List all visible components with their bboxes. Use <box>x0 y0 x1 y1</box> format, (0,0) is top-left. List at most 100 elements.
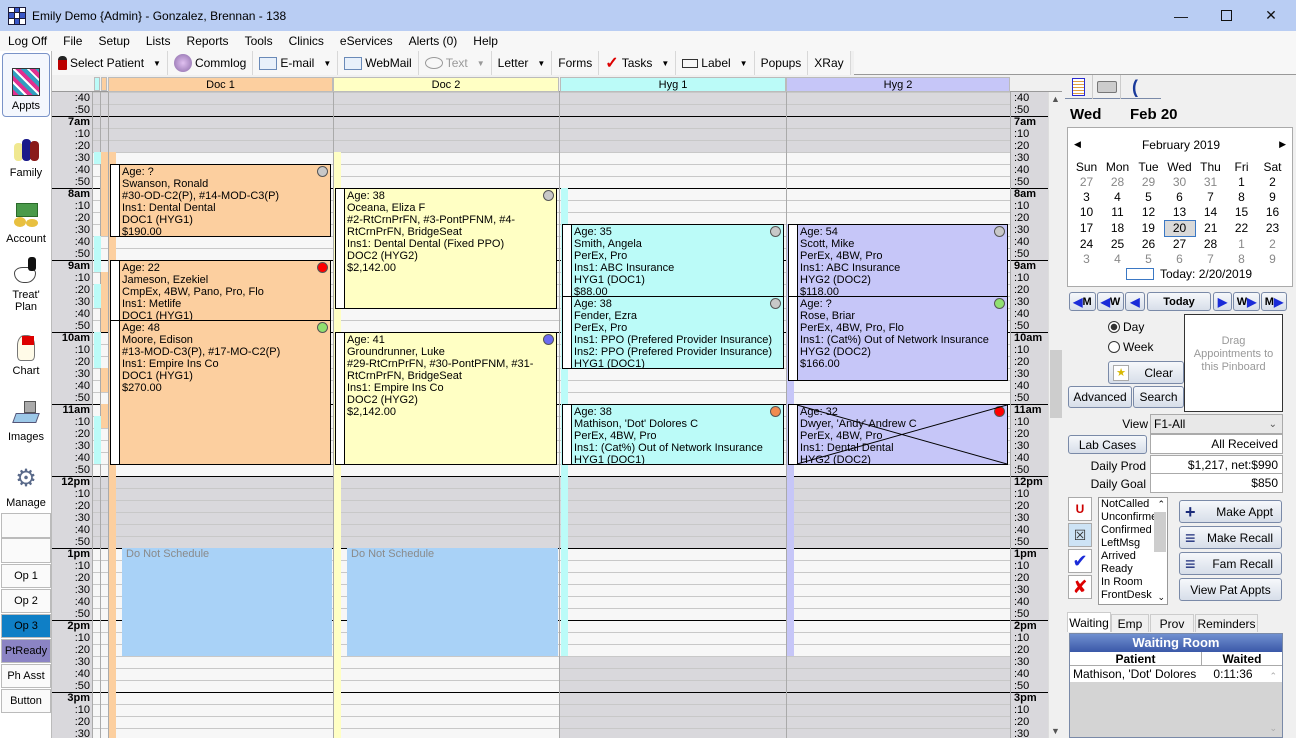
appointment[interactable]: Age: 32 Dwyer, 'Andy' Andrew C PerEx, 4BW,… <box>788 404 1008 465</box>
calendar-day[interactable]: 30 <box>1164 175 1195 190</box>
search-button[interactable]: Search <box>1133 386 1184 408</box>
calendar-day[interactable]: 22 <box>1226 221 1257 237</box>
calendar-day[interactable]: 29 <box>1133 175 1164 190</box>
week-radio[interactable]: Week <box>1108 340 1153 354</box>
forms-button[interactable]: Forms <box>552 51 600 75</box>
email-button[interactable]: E-mail ▼ <box>253 51 339 75</box>
calendar-day[interactable]: 7 <box>1195 190 1226 205</box>
tab-reminders[interactable]: Reminders <box>1195 614 1258 632</box>
calendar-day[interactable]: 27 <box>1071 175 1102 190</box>
commlog-button[interactable]: Commlog <box>168 51 254 75</box>
calendar-day[interactable]: 14 <box>1195 205 1226 221</box>
close-button[interactable]: ✕ <box>1248 0 1294 31</box>
unconfirmed-status-icon[interactable]: U <box>1068 497 1092 521</box>
scroll-down-icon[interactable]: ⌄ <box>1269 723 1277 734</box>
appointment[interactable]: Age: 48 Moore, Edison #13-MOD-C3(P), #17-M… <box>110 320 331 465</box>
operatory-header-hyg-2[interactable]: Hyg 2 <box>786 77 1010 92</box>
calendar-day[interactable]: 3 <box>1071 190 1102 205</box>
webmail-button[interactable]: WebMail <box>338 51 419 75</box>
calendar-day[interactable]: 17 <box>1071 221 1102 237</box>
operatory-header-doc-1[interactable]: Doc 1 <box>108 77 333 92</box>
op-button-7[interactable]: Ph Asst <box>1 664 51 688</box>
chevron-down-icon[interactable]: ▼ <box>537 59 545 68</box>
module-images[interactable]: Images <box>2 383 50 447</box>
next-month-button[interactable]: M ▶ <box>1261 292 1287 311</box>
module-appts[interactable]: Appts <box>2 53 50 117</box>
appointment[interactable]: Age: 54 Scott, Mike PerEx, 4BW, Pro Ins1: A… <box>788 224 1008 297</box>
xray-button[interactable]: XRay <box>808 51 851 75</box>
status-option[interactable]: Ready <box>1101 563 1167 576</box>
module-family[interactable]: Family <box>2 119 50 183</box>
calendar-day[interactable]: 21 <box>1195 221 1226 237</box>
tab-emp[interactable]: Emp <box>1111 614 1149 632</box>
appointment[interactable]: Age: 41 Groundrunner, Luke #29-RtCrnPrFN, … <box>335 332 557 465</box>
op-button-6[interactable]: PtReady <box>1 639 51 663</box>
notes-icon[interactable] <box>1065 75 1093 99</box>
unschedule-icon[interactable]: ☒ <box>1068 523 1092 547</box>
select-patient-button[interactable]: Select Patient ▼ <box>52 51 168 75</box>
menu-eservices[interactable]: eServices <box>332 34 401 48</box>
prev-week-button[interactable]: ◀ W <box>1097 292 1124 311</box>
calendar-day[interactable]: 24 <box>1071 237 1102 253</box>
calendar-day[interactable]: 18 <box>1102 221 1133 237</box>
module-manage[interactable]: ⚙ Manage <box>2 449 50 513</box>
menu-reports[interactable]: Reports <box>179 34 237 48</box>
module-treatment-plan[interactable]: Treat' Plan <box>2 251 50 317</box>
text-button[interactable]: Text ▼ <box>419 51 492 75</box>
make-appt-button[interactable]: + Make Appt <box>1179 500 1282 523</box>
clear-pinboard-button[interactable]: ★ Clear <box>1108 361 1184 384</box>
calendar-day[interactable]: 8 <box>1226 252 1257 267</box>
waiting-row[interactable]: Mathison, 'Dot' Dolores 0:11:36 <box>1070 666 1282 682</box>
calendar-day[interactable]: 13 <box>1164 205 1195 221</box>
status-option[interactable]: In Room <box>1101 576 1167 589</box>
month-calendar[interactable]: ◀ February 2019 ▶ Sun Mon Tue Wed Thu Fri Sat 2… <box>1067 127 1293 287</box>
printer-icon[interactable] <box>1093 75 1121 99</box>
menu-help[interactable]: Help <box>465 34 506 48</box>
op-button-5[interactable]: Op 3 <box>1 614 51 638</box>
today-button[interactable]: Today <box>1147 292 1211 311</box>
calendar-day[interactable]: 10 <box>1071 205 1102 221</box>
chevron-down-icon[interactable]: ▼ <box>153 59 161 68</box>
calendar-day[interactable]: 3 <box>1071 252 1102 267</box>
calendar-day[interactable]: 6 <box>1164 252 1195 267</box>
menu-lists[interactable]: Lists <box>138 34 179 48</box>
appointment[interactable]: Age: 38 Mathison, 'Dot' Dolores C PerEx, 4… <box>562 404 784 465</box>
menu-alerts[interactable]: Alerts (0) <box>401 34 466 48</box>
menu-setup[interactable]: Setup <box>90 34 137 48</box>
day-radio[interactable]: Day <box>1108 320 1144 334</box>
phone-icon[interactable]: ( <box>1121 75 1149 99</box>
op-button-2[interactable] <box>1 538 51 563</box>
calendar-day[interactable]: 31 <box>1195 175 1226 190</box>
label-button[interactable]: Label ▼ <box>676 51 755 75</box>
calendar-day[interactable]: 15 <box>1226 205 1257 221</box>
op-button-1[interactable] <box>1 513 51 538</box>
schedule-scrollbar[interactable]: ▲ ▼ <box>1048 92 1062 738</box>
calendar-day[interactable]: 19 <box>1133 221 1164 237</box>
tasks-button[interactable]: ✓ Tasks ▼ <box>599 51 677 75</box>
calendar-day[interactable]: 7 <box>1195 252 1226 267</box>
prev-month-button[interactable]: ◀ M <box>1069 292 1096 311</box>
lab-cases-button[interactable]: Lab Cases <box>1068 435 1147 454</box>
calendar-day[interactable]: 28 <box>1195 237 1226 253</box>
minimize-button[interactable]: — <box>1158 0 1204 31</box>
appointment[interactable]: Age: 38 Fender, Ezra PerEx, Pro Ins1: PPO (… <box>562 296 784 369</box>
calendar-day[interactable]: 4 <box>1102 252 1133 267</box>
calendar-month-label[interactable]: February 2019 <box>1068 138 1294 152</box>
calendar-day[interactable]: 6 <box>1164 190 1195 205</box>
list-scrollbar[interactable] <box>1154 512 1166 552</box>
chevron-down-icon[interactable]: ▼ <box>661 59 669 68</box>
scrollbar-thumb[interactable] <box>1050 350 1062 418</box>
calendar-day[interactable]: 9 <box>1257 252 1288 267</box>
view-select[interactable]: F1-All ⌄ <box>1150 414 1283 434</box>
tab-prov[interactable]: Prov <box>1150 614 1194 632</box>
next-day-button[interactable]: ▶ <box>1213 292 1232 311</box>
calendar-day[interactable]: 26 <box>1133 237 1164 253</box>
calendar-day[interactable]: 2 <box>1257 175 1288 190</box>
appointment[interactable]: Age: ? Swanson, Ronald #30-OD-C2(P), #14-M… <box>110 164 331 237</box>
calendar-day[interactable]: 16 <box>1257 205 1288 221</box>
next-month-icon[interactable]: ▶ <box>1279 139 1286 150</box>
calendar-day[interactable]: 1 <box>1226 237 1257 253</box>
appointment[interactable]: Age: ? Rose, Briar PerEx, 4BW, Pro, Flo Ins… <box>788 296 1008 381</box>
waited-column-header[interactable]: Waited <box>1202 652 1282 666</box>
calendar-day[interactable]: 1 <box>1226 175 1257 190</box>
